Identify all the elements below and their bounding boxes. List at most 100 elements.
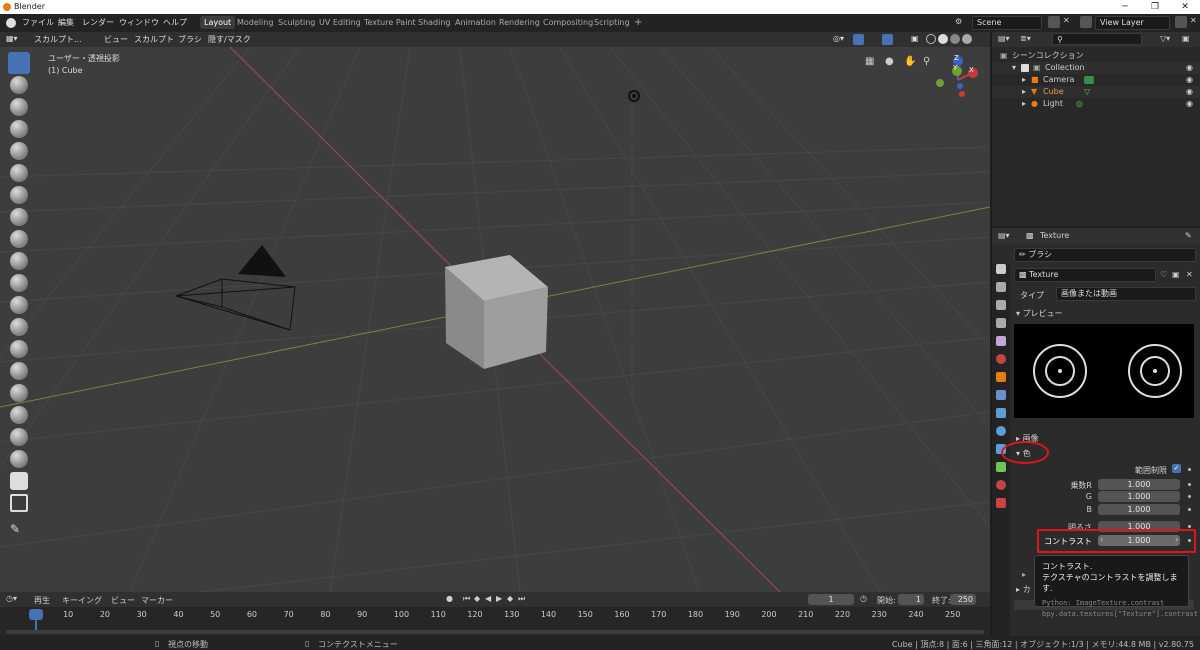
blender-menu-icon[interactable] (6, 18, 16, 28)
xray-icon[interactable]: ▣ (911, 34, 919, 43)
blob-tool-icon[interactable] (10, 164, 28, 182)
current-frame-field[interactable]: 1 (808, 594, 854, 605)
tab-scripting[interactable]: Scripting (590, 16, 634, 29)
expand-camera-icon[interactable]: ▸ (1022, 74, 1026, 86)
3d-viewport[interactable]: ユーザー・透視投影 (1) Cube Z X Y ▦ ● ✋ ⚲ (0, 47, 990, 592)
new-scene-icon[interactable] (1048, 16, 1060, 28)
tab-compositing[interactable]: Compositing (539, 16, 597, 29)
menu-edit[interactable]: 編集 (58, 17, 74, 28)
material-tab-icon[interactable] (996, 480, 1006, 490)
expand-collection-icon[interactable]: ▾ (1012, 62, 1016, 74)
tab-uv-editing[interactable]: UV Editing (315, 16, 365, 29)
multiply-g-keyframe-dot[interactable] (1188, 495, 1191, 498)
timeline-menu-playback[interactable]: 再生 (34, 595, 50, 606)
new-collection-icon[interactable]: ▣ (1182, 34, 1190, 43)
custom-props-header[interactable]: ▸ カ (1016, 584, 1031, 595)
playhead[interactable] (29, 609, 43, 620)
start-frame-field[interactable]: 1 (898, 594, 924, 605)
clay-brush-tool-icon[interactable] (10, 76, 28, 94)
zoom-icon[interactable]: ⚲ (923, 56, 930, 67)
world-tab-icon[interactable] (996, 354, 1006, 364)
menu-view[interactable]: ビュー (104, 34, 128, 45)
multiply-r-field[interactable]: 1.000 (1098, 479, 1180, 490)
clamp-keyframe-dot[interactable] (1188, 468, 1191, 471)
delete-view-layer-icon[interactable]: ✕ (1190, 16, 1197, 25)
record-icon[interactable]: ● (885, 56, 894, 67)
filter-icon[interactable]: ▽▾ (1160, 34, 1170, 43)
jump-end-button[interactable]: ⏭ (518, 594, 525, 604)
view-layer-selector[interactable]: View Layer (1095, 16, 1170, 30)
outliner-editor-type-icon[interactable]: ▤▾ (998, 34, 1010, 43)
properties-editor-type-icon[interactable]: ▤▾ (998, 231, 1010, 240)
end-frame-field[interactable]: 250 (950, 594, 976, 605)
outliner-root-row[interactable]: ▣ シーンコレクション (992, 50, 1200, 62)
menu-window[interactable]: ウィンドウ (119, 17, 159, 28)
box-hide-tool-icon[interactable] (10, 472, 28, 490)
clay-strips-tool-icon[interactable] (10, 98, 28, 116)
multiply-b-field[interactable]: 1.000 (1098, 504, 1180, 515)
cube-visibility-icon[interactable]: ◉ (1186, 86, 1193, 98)
nudge-tool-icon[interactable] (10, 384, 28, 402)
tab-sculpting[interactable]: Sculpting (274, 16, 319, 29)
simplify-tool-icon[interactable] (10, 428, 28, 446)
outliner-item-cube[interactable]: ▸ ▼ Cube ▽ ◉ (992, 86, 1200, 98)
collection-checkbox[interactable] (1021, 64, 1029, 72)
scene-selector[interactable]: Scene (972, 16, 1042, 30)
inflate-tool-icon[interactable] (10, 142, 28, 160)
expand-light-icon[interactable]: ▸ (1022, 98, 1026, 110)
snake-hook-tool-icon[interactable] (10, 340, 28, 358)
fake-user-icon[interactable]: ♡ (1160, 270, 1167, 279)
menu-file[interactable]: ファイル (22, 17, 54, 28)
box-mask-tool-icon[interactable] (10, 494, 28, 512)
play-reverse-button[interactable]: ◀ (485, 594, 491, 603)
tab-modeling[interactable]: Modeling (233, 16, 277, 29)
timeline-editor-type-icon[interactable]: ◷▾ (6, 594, 17, 603)
grab-tool-icon[interactable] (10, 318, 28, 336)
preview-range-icon[interactable]: ◷ (860, 594, 867, 603)
smooth-tool-icon[interactable] (10, 208, 28, 226)
view-layer-tab-icon[interactable] (996, 318, 1006, 328)
hand-pan-icon[interactable]: ✋ (904, 56, 916, 67)
multiply-b-keyframe-dot[interactable] (1188, 508, 1191, 511)
visibility-icon[interactable]: ◎▾ (833, 34, 844, 43)
mask-tool-icon[interactable] (10, 450, 28, 468)
minimize-button[interactable]: ─ (1110, 0, 1140, 14)
close-button[interactable]: ✕ (1170, 0, 1200, 14)
pinch-tool-icon[interactable] (10, 296, 28, 314)
texture-user-selector[interactable]: ✏ ブラシ (1014, 248, 1196, 262)
menu-brush[interactable]: ブラシ (178, 34, 202, 45)
duplicate-texture-icon[interactable]: ▣ (1172, 270, 1180, 279)
timeline-menu-view[interactable]: ビュー (111, 595, 135, 606)
timeline-scrollbar[interactable] (6, 630, 984, 634)
layer-tool-icon[interactable] (10, 120, 28, 138)
texture-name-field[interactable]: ▩ Texture (1014, 268, 1156, 282)
preview-panel-header[interactable]: ▾ プレビュー (1016, 308, 1063, 319)
overlay-toggle-icon[interactable] (882, 34, 893, 45)
pin-icon[interactable]: ✎ (1185, 231, 1192, 240)
menu-hide-mask[interactable]: 隠す/マスク (208, 34, 251, 45)
outliner-collection-row[interactable]: ▾ ▣ Collection ◉ (992, 62, 1200, 74)
menu-help[interactable]: ヘルプ (163, 17, 187, 28)
tool-tab-icon[interactable] (996, 264, 1006, 274)
material-shading-icon[interactable] (950, 34, 960, 44)
mode-selector[interactable]: スカルプト... (34, 34, 82, 45)
thumb-tool-icon[interactable] (10, 362, 28, 380)
wireframe-shading-icon[interactable] (926, 34, 936, 44)
editor-type-icon[interactable]: ▦▾ (6, 34, 18, 43)
annotate-tool-icon[interactable]: ✎ (10, 522, 28, 540)
jump-start-button[interactable]: ⏮ (463, 594, 470, 604)
scrape-tool-icon[interactable] (10, 274, 28, 292)
outliner-item-camera[interactable]: ▸ ■ Camera ◉ (992, 74, 1200, 86)
object-tab-icon[interactable] (996, 372, 1006, 382)
flatten-tool-icon[interactable] (10, 230, 28, 248)
light-visibility-icon[interactable]: ◉ (1186, 98, 1193, 110)
outliner-search-input[interactable]: ⚲ (1052, 33, 1142, 45)
play-button[interactable]: ▶ (496, 594, 502, 603)
menu-render[interactable]: レンダー (82, 17, 114, 28)
rotate-tool-icon[interactable] (10, 406, 28, 424)
record-button[interactable]: ● (446, 594, 453, 603)
particles-tab-icon[interactable] (996, 408, 1006, 418)
data-tab-icon[interactable] (996, 462, 1006, 472)
tab-texture-paint[interactable]: Texture Paint (360, 16, 420, 29)
next-keyframe-button[interactable]: ◆ (507, 594, 513, 603)
